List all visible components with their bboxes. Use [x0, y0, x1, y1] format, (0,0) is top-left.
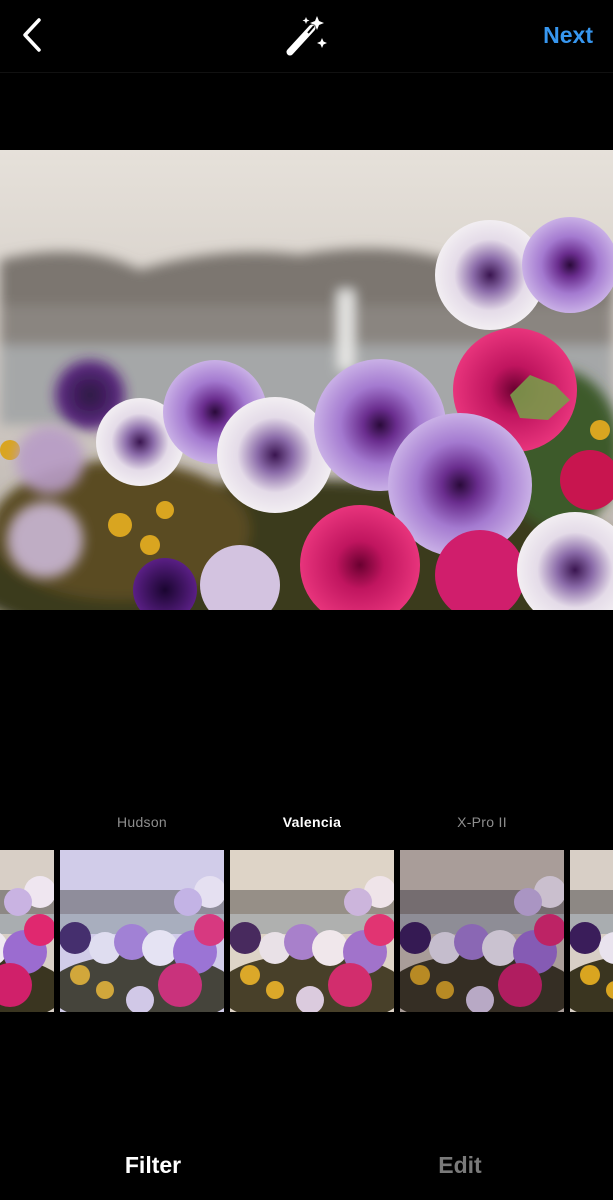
top-bar: Next: [0, 0, 613, 73]
bottom-tab-bar: Filter Edit: [0, 1130, 613, 1200]
main-photo: [0, 150, 613, 610]
filter-thumbnail[interactable]: [570, 850, 613, 1012]
back-button[interactable]: [14, 14, 54, 58]
magic-wand-icon: [286, 16, 327, 56]
filter-label-valencia[interactable]: Valencia: [230, 814, 394, 830]
tab-filter[interactable]: Filter: [0, 1152, 306, 1179]
filter-thumbnail-hudson[interactable]: [60, 850, 224, 1012]
filter-labels: Hudson Valencia X-Pro II: [0, 814, 613, 838]
filter-thumbnail-valencia[interactable]: [230, 850, 394, 1012]
filter-label-xpro[interactable]: X-Pro II: [400, 814, 564, 830]
filter-thumbnail-xpro[interactable]: [400, 850, 564, 1012]
tab-edit[interactable]: Edit: [307, 1152, 613, 1179]
filter-label-hudson[interactable]: Hudson: [60, 814, 224, 830]
filter-thumbnail-strip[interactable]: [0, 850, 613, 1012]
next-button[interactable]: Next: [543, 22, 593, 49]
chevron-left-icon: [23, 18, 41, 52]
filter-thumbnail[interactable]: [0, 850, 54, 1012]
magic-wand-button[interactable]: [284, 14, 330, 60]
